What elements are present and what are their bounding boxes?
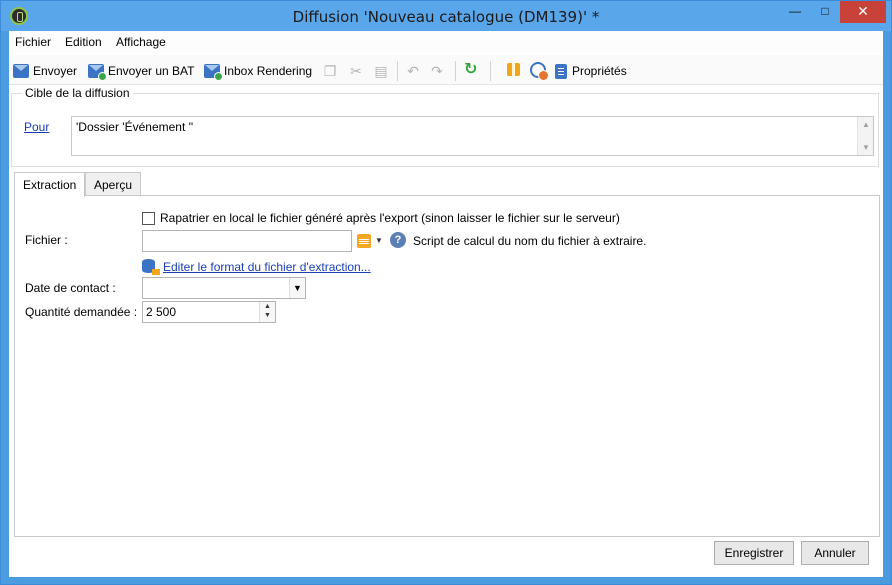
maximize-button[interactable]: □ xyxy=(811,1,839,23)
minimize-button[interactable]: — xyxy=(781,1,809,23)
file-picker-icon[interactable] xyxy=(357,234,371,248)
menu-affichage[interactable]: Affichage xyxy=(116,35,166,49)
gauge-icon[interactable] xyxy=(530,62,549,81)
quantity-label: Quantité demandée : xyxy=(25,305,138,319)
send-proof-label: Envoyer un BAT xyxy=(108,64,195,78)
chevron-down-icon[interactable]: ▼ xyxy=(289,278,305,298)
extraction-panel: Rapatrier en local le fichier généré apr… xyxy=(14,195,880,537)
toolbar-separator xyxy=(490,61,491,81)
target-scrollbar[interactable]: ▲ ▼ xyxy=(857,117,873,155)
send-button[interactable]: Envoyer xyxy=(13,61,77,81)
inbox-rendering-button[interactable]: Inbox Rendering xyxy=(204,61,312,81)
toolbar: Envoyer Envoyer un BAT Inbox Rendering ❐… xyxy=(9,55,883,85)
quantity-stepper[interactable]: 2 500 ▲ ▼ xyxy=(142,301,276,323)
scroll-up-icon[interactable]: ▲ xyxy=(862,120,870,129)
to-link[interactable]: Pour xyxy=(24,120,49,134)
save-button[interactable]: Enregistrer xyxy=(714,541,794,565)
paste-icon[interactable]: ▤ xyxy=(374,63,388,79)
close-button[interactable]: ✕ xyxy=(840,1,886,23)
send-proof-button[interactable]: Envoyer un BAT xyxy=(88,61,194,81)
quantity-spin-buttons[interactable]: ▲ ▼ xyxy=(259,302,275,322)
target-group: Cible de la diffusion Pour 'Dossier 'Évé… xyxy=(11,86,879,167)
tab-extraction[interactable]: Extraction xyxy=(14,172,85,197)
contact-date-label: Date de contact : xyxy=(25,281,116,295)
copy-icon[interactable]: ❐ xyxy=(323,63,337,79)
app-window: Diffusion 'Nouveau catalogue (DM139)' * … xyxy=(0,0,892,585)
file-help-text: Script de calcul du nom du fichier à ext… xyxy=(413,234,647,248)
cancel-button[interactable]: Annuler xyxy=(801,541,869,565)
title-bar[interactable]: Diffusion 'Nouveau catalogue (DM139)' * … xyxy=(1,1,891,31)
tab-apercu[interactable]: Aperçu xyxy=(85,172,141,196)
envelope-icon xyxy=(13,64,29,78)
refresh-icon[interactable]: ↻ xyxy=(464,62,480,78)
envelope-check-icon xyxy=(204,64,223,81)
undo-icon[interactable]: ↶ xyxy=(406,63,420,79)
database-edit-icon xyxy=(142,259,160,275)
help-icon[interactable]: ? xyxy=(390,232,406,248)
scroll-down-icon[interactable]: ▼ xyxy=(862,143,870,152)
gift-icon[interactable] xyxy=(507,63,520,76)
menu-fichier[interactable]: Fichier xyxy=(15,35,51,49)
file-input[interactable] xyxy=(142,230,352,252)
file-label: Fichier : xyxy=(25,233,68,247)
envelope-check-icon xyxy=(88,64,107,81)
window-client-area: Fichier Edition Affichage Envoyer Envoye… xyxy=(9,31,883,577)
window-title: Diffusion 'Nouveau catalogue (DM139)' * xyxy=(292,8,600,26)
target-field[interactable]: 'Dossier 'Événement '' ▲ ▼ xyxy=(71,116,874,156)
properties-label: Propriétés xyxy=(572,64,627,78)
target-value: 'Dossier 'Événement '' xyxy=(76,120,194,134)
redo-icon[interactable]: ↷ xyxy=(430,63,444,79)
send-label: Envoyer xyxy=(33,64,78,78)
toolbar-separator xyxy=(455,61,456,81)
properties-button[interactable]: Propriétés xyxy=(555,61,627,81)
cut-icon[interactable]: ✂ xyxy=(349,63,363,79)
clipboard-icon xyxy=(555,63,567,79)
repatriate-label: Rapatrier en local le fichier généré apr… xyxy=(160,211,620,225)
spin-down-icon[interactable]: ▼ xyxy=(264,312,271,319)
menu-edition[interactable]: Edition xyxy=(65,35,102,49)
contact-date-select[interactable]: ▼ xyxy=(142,277,306,299)
target-group-title: Cible de la diffusion xyxy=(22,86,133,100)
spin-up-icon[interactable]: ▲ xyxy=(264,303,271,310)
repatriate-checkbox[interactable] xyxy=(142,212,155,225)
toolbar-separator xyxy=(397,61,398,81)
quantity-value: 2 500 xyxy=(146,305,177,319)
inbox-rendering-label: Inbox Rendering xyxy=(224,64,313,78)
chevron-down-icon[interactable]: ▼ xyxy=(375,236,383,245)
edit-format-link[interactable]: Editer le format du fichier d'extraction… xyxy=(163,260,371,274)
menu-bar: Fichier Edition Affichage xyxy=(9,31,883,53)
